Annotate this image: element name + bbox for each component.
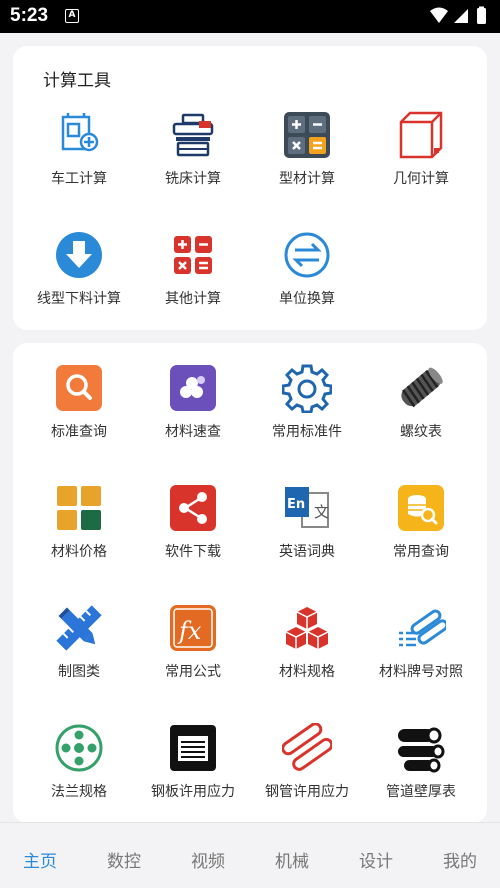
svg-text:fx: fx: [177, 617, 202, 645]
tab-video[interactable]: 视频: [168, 847, 248, 872]
tab-machinery[interactable]: 机械: [252, 847, 332, 872]
tool-label: 线型下料计算: [37, 291, 121, 307]
tool-grade-compare[interactable]: 材料牌号对照: [362, 603, 480, 681]
tool-standard-parts[interactable]: 常用标准件: [248, 363, 366, 441]
tool-english-dictionary[interactable]: 文 En 英语词典: [248, 483, 366, 561]
tool-material-spec[interactable]: 材料规格: [248, 603, 366, 681]
tool-label: 材料规格: [279, 664, 335, 680]
lathe-icon: [61, 113, 99, 152]
tool-thread-table[interactable]: 螺纹表: [362, 363, 480, 441]
tool-common-lookup[interactable]: 常用查询: [362, 483, 480, 561]
tool-label: 软件下载: [165, 544, 221, 560]
math-operators-icon: [174, 236, 212, 274]
tool-milling[interactable]: 铣床计算: [134, 110, 252, 188]
tab-design[interactable]: 设计: [336, 847, 416, 872]
share-icon: [170, 485, 216, 531]
tool-label: 材料速查: [165, 424, 221, 440]
pipe-wall-icon: [398, 727, 445, 773]
section-title: 计算工具: [43, 71, 111, 91]
tool-common-formulas[interactable]: fx 常用公式: [134, 603, 252, 681]
dictionary-icon: 文 En: [285, 487, 329, 528]
tool-label: 制图类: [58, 664, 100, 680]
tool-lathe[interactable]: 车工计算: [20, 110, 138, 188]
tool-label: 常用公式: [165, 664, 221, 680]
tool-label: 型材计算: [279, 171, 335, 187]
grid-tiles-icon: [57, 486, 101, 530]
resources-card: 标准查询 材料速查 常用标准件 螺纹表 材料价格 软件下载 文 En 英语词典 …: [13, 343, 487, 823]
tool-label: 材料牌号对照: [379, 664, 463, 680]
tool-drafting[interactable]: 制图类: [20, 603, 138, 681]
svg-text:文: 文: [314, 503, 329, 521]
tool-software-download[interactable]: 软件下载: [134, 483, 252, 561]
tool-label: 铣床计算: [165, 171, 221, 187]
tool-label: 几何计算: [393, 171, 449, 187]
notification-icon: A: [65, 9, 79, 23]
tool-profile[interactable]: 型材计算: [248, 110, 366, 188]
tool-label: 法兰规格: [51, 784, 107, 800]
tool-label: 标准查询: [51, 424, 107, 440]
tool-label: 钢板许用应力: [151, 784, 235, 800]
tab-home[interactable]: 主页: [0, 847, 80, 872]
status-time: 5:23: [10, 5, 49, 26]
tab-cnc[interactable]: 数控: [84, 847, 164, 872]
tool-label: 车工计算: [51, 171, 107, 187]
tool-material-price[interactable]: 材料价格: [20, 483, 138, 561]
tool-unit-convert[interactable]: 单位换算: [248, 230, 366, 308]
milling-machine-icon: [172, 113, 214, 157]
tool-label: 常用标准件: [272, 424, 342, 440]
database-search-icon: [398, 485, 444, 531]
pipes-list-icon: [399, 609, 446, 647]
tool-plate-stress[interactable]: 钢板许用应力: [134, 723, 252, 801]
cubes-icon: [285, 607, 329, 649]
bottom-nav: 主页 数控 视频 机械 设计 我的: [0, 822, 500, 888]
thread-screw-icon: [401, 367, 443, 408]
signal-wifi-battery-icon: [430, 6, 486, 24]
tool-label: 英语词典: [279, 544, 335, 560]
calculator-icon: [284, 112, 330, 158]
tool-flange-spec[interactable]: 法兰规格: [20, 723, 138, 801]
tool-geometry[interactable]: 几何计算: [362, 110, 480, 188]
flange-icon: [55, 724, 103, 772]
tool-label: 钢管许用应力: [265, 784, 349, 800]
tool-standard-search[interactable]: 标准查询: [20, 363, 138, 441]
calc-tools-card: 计算工具 车工计算 铣床计算 型材计算 几何计算 线型下料计算 其他计算 单位换…: [13, 46, 487, 330]
download-arrow-icon: [56, 232, 102, 278]
gear-icon: [282, 364, 332, 413]
tool-label: 常用查询: [393, 544, 449, 560]
svg-text:En: En: [287, 497, 305, 512]
tool-material-lookup[interactable]: 材料速查: [134, 363, 252, 441]
status-bar: 5:23 A: [0, 0, 500, 33]
tool-label: 单位换算: [279, 291, 335, 307]
convert-arrows-icon: [284, 232, 330, 278]
tool-wire-cutting[interactable]: 线型下料计算: [20, 230, 138, 308]
material-dots-icon: [170, 365, 216, 411]
tool-pipe-wall-thickness[interactable]: 管道壁厚表: [362, 723, 480, 801]
tool-label: 螺纹表: [400, 424, 442, 440]
tool-label: 管道壁厚表: [386, 784, 456, 800]
tab-mine[interactable]: 我的: [420, 847, 500, 872]
search-icon: [56, 365, 102, 411]
geometry-cube-icon: [399, 111, 443, 159]
steel-tubes-icon: [282, 723, 332, 771]
steel-plate-icon: [170, 725, 216, 771]
pencil-ruler-icon: [56, 605, 102, 651]
tool-tube-stress[interactable]: 钢管许用应力: [248, 723, 366, 801]
formula-fx-icon: fx: [170, 605, 216, 651]
tool-other[interactable]: 其他计算: [134, 230, 252, 308]
tool-label: 其他计算: [165, 291, 221, 307]
tool-label: 材料价格: [51, 544, 107, 560]
